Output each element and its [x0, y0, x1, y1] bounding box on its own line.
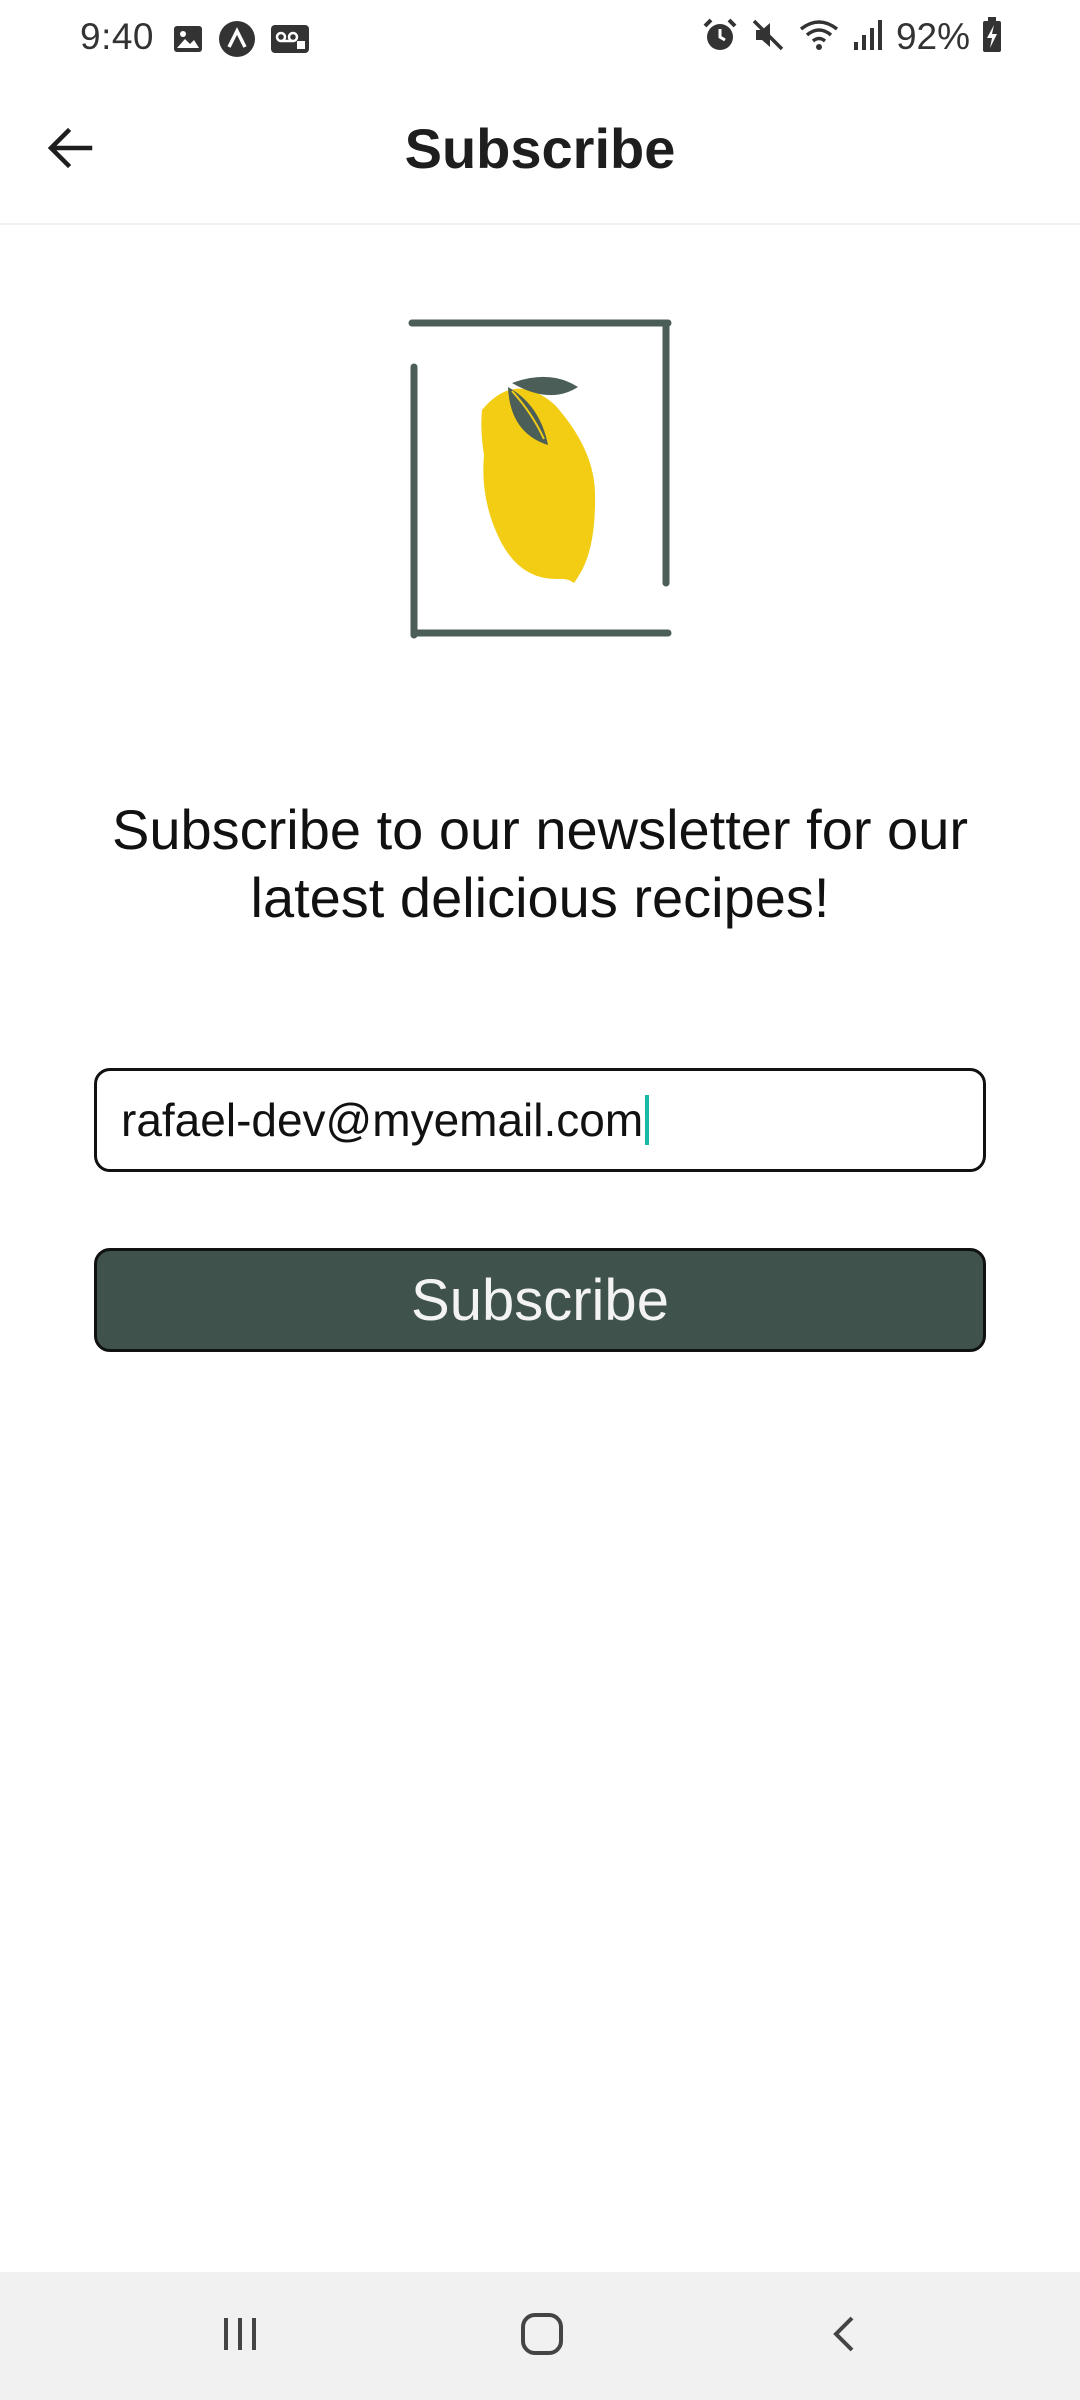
nav-back-button[interactable]: [806, 2302, 886, 2370]
alarm-icon: [702, 17, 738, 58]
text-caret: [645, 1095, 650, 1145]
app-bar: Subscribe: [0, 80, 1080, 225]
battery-percent: 92%: [895, 16, 970, 57]
headline-line-2: latest delicious recipes!: [250, 866, 830, 929]
headline-line-1: Subscribe to our newsletter for our: [112, 798, 968, 861]
email-value: rafael-dev@myemail.com: [121, 1094, 644, 1146]
home-button[interactable]: [502, 2302, 582, 2370]
status-bar: 9:40 92%: [0, 0, 1080, 80]
status-left-icons: [172, 20, 310, 63]
status-right-icons: 92%: [702, 16, 1002, 58]
lemon-logo: [400, 315, 680, 645]
lemon-icon: [400, 319, 680, 649]
voicemail-icon: [270, 23, 310, 60]
mute-icon: [750, 17, 786, 58]
recent-apps-icon: [218, 2312, 262, 2361]
subscribe-button-label: Subscribe: [411, 1267, 669, 1333]
app-icon: [218, 20, 256, 63]
system-nav-bar: [0, 2272, 1080, 2400]
home-icon: [518, 2310, 566, 2363]
image-icon: [172, 23, 204, 60]
battery-charging-icon: [982, 16, 1002, 58]
signal-icon: [852, 18, 884, 57]
wifi-icon: [798, 17, 840, 58]
back-icon: [824, 2312, 868, 2361]
page-title: Subscribe: [404, 117, 676, 180]
newsletter-headline: Subscribe to our newsletter for our late…: [60, 796, 1020, 932]
recent-apps-button[interactable]: [200, 2302, 280, 2370]
status-time: 9:40: [80, 16, 155, 57]
subscribe-button[interactable]: Subscribe: [94, 1248, 986, 1352]
email-field[interactable]: rafael-dev@myemail.com: [94, 1068, 986, 1172]
